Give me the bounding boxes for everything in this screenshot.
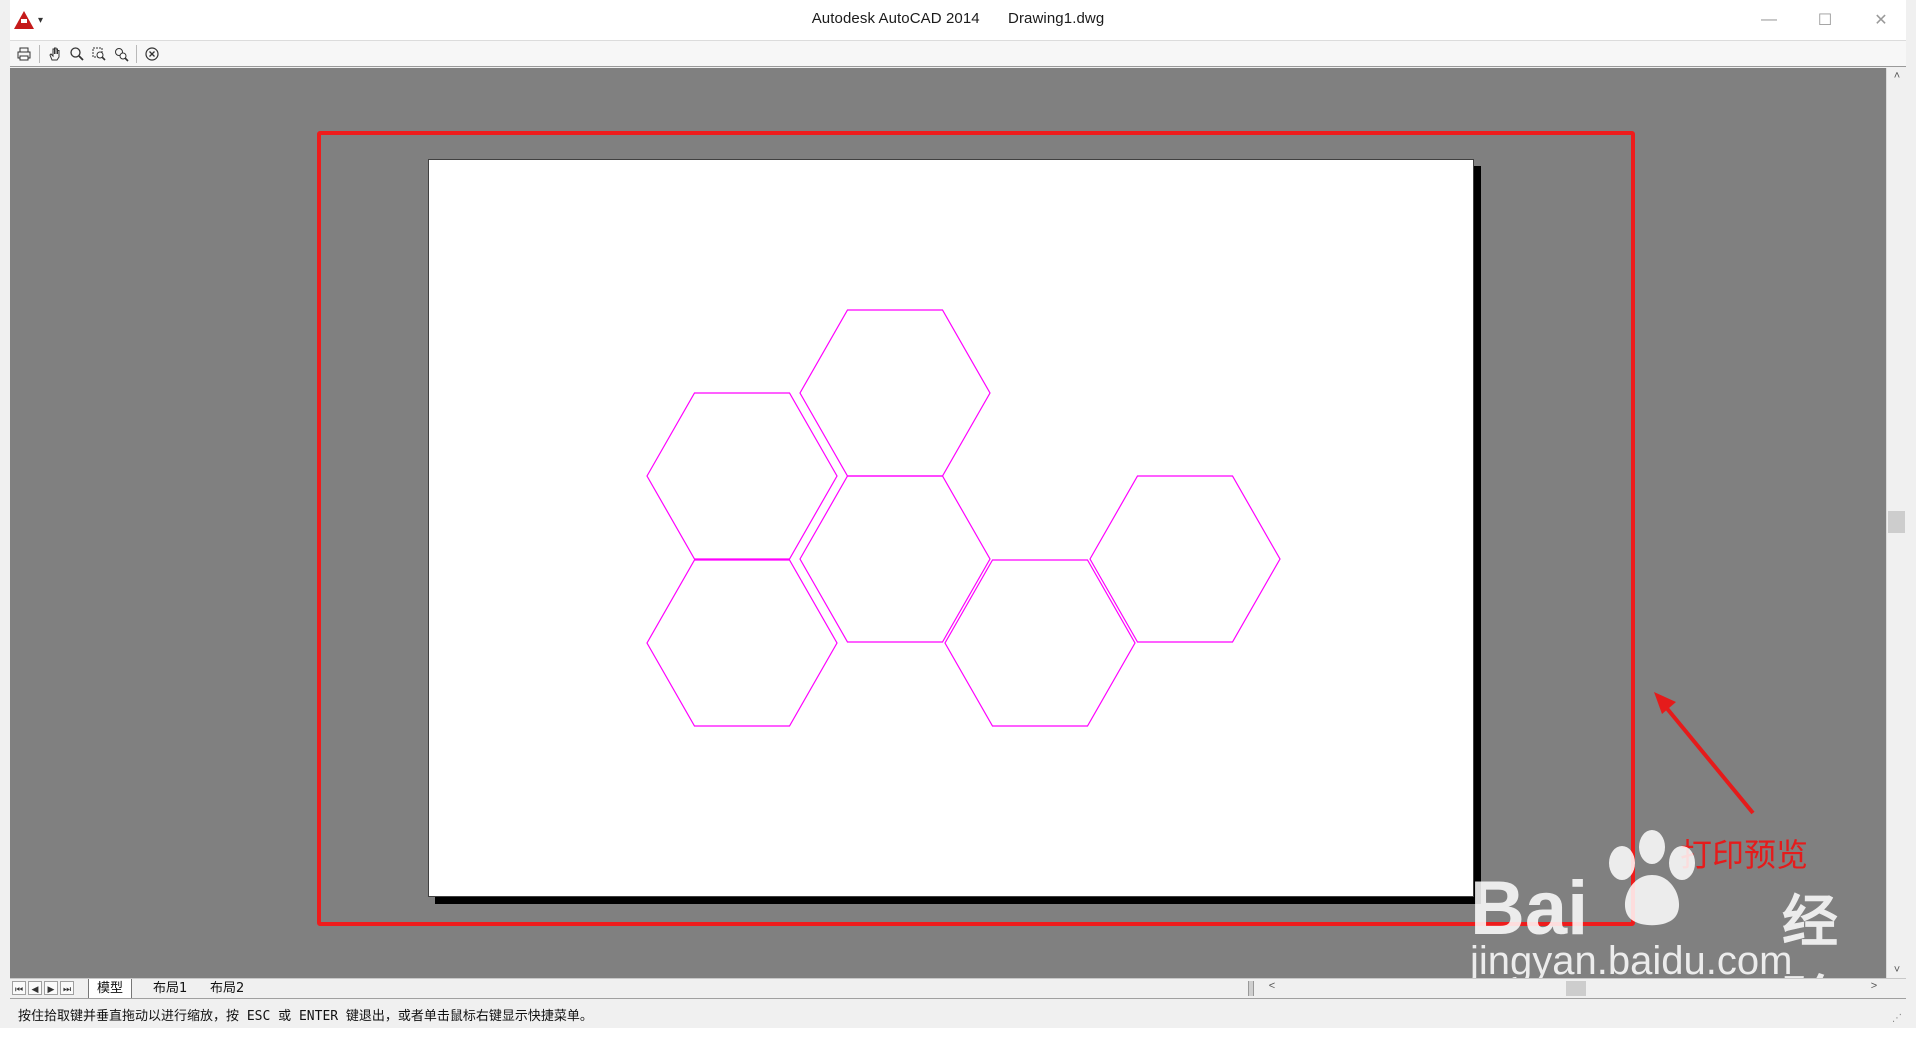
- zoom-original-icon: [115, 47, 129, 62]
- toolbar-divider: [39, 44, 40, 63]
- status-message: 按住拾取键并垂直拖动以进行缩放，按 ESC 或 ENTER 键退出，或者单击鼠标…: [18, 1009, 593, 1024]
- resize-grip-icon[interactable]: ⋰: [1892, 1013, 1902, 1024]
- maximize-button[interactable]: ☐: [1802, 6, 1848, 34]
- scroll-right-arrow[interactable]: >: [1864, 980, 1884, 992]
- close-preview-button[interactable]: [142, 44, 162, 64]
- annotation-arrow: [1654, 692, 1755, 815]
- tab-layout1[interactable]: 布局1: [145, 979, 195, 998]
- document-name: Drawing1.dwg: [1008, 10, 1105, 27]
- zoom-window-icon: [92, 47, 106, 61]
- toolbar-divider: [136, 44, 137, 63]
- horizontal-scrollbar[interactable]: < >: [1260, 979, 1886, 998]
- scroll-left-arrow[interactable]: <: [1262, 980, 1282, 992]
- first-tab-button[interactable]: ⏮: [12, 981, 26, 995]
- vertical-scroll-thumb[interactable]: [1888, 511, 1905, 533]
- status-bar: 按住拾取键并垂直拖动以进行缩放，按 ESC 或 ENTER 键退出，或者单击鼠标…: [10, 998, 1906, 1028]
- zoom-original-button[interactable]: [111, 44, 131, 64]
- window-title: Autodesk AutoCAD 2014 Drawing1.dwg: [10, 10, 1906, 27]
- scroll-up-arrow[interactable]: ˄: [1887, 70, 1907, 82]
- layout-tabs-bar: ⏮ ◀ ▶ ⏭ 模型 布局1 布局2 < >: [10, 978, 1906, 998]
- tab-model[interactable]: 模型: [88, 979, 133, 998]
- pan-button[interactable]: [45, 44, 65, 64]
- tab-layout2[interactable]: 布局2: [202, 979, 252, 998]
- close-circle-icon: [145, 46, 159, 61]
- vertical-scrollbar[interactable]: ˄ ˅: [1886, 68, 1906, 978]
- scroll-down-arrow[interactable]: ˅: [1887, 964, 1907, 976]
- last-tab-button[interactable]: ⏭: [60, 981, 74, 995]
- autocad-window: ▾ Autodesk AutoCAD 2014 Drawing1.dwg — ☐…: [0, 0, 1916, 1036]
- hand-icon: [49, 47, 60, 60]
- zoom-icon: [70, 46, 84, 61]
- app-name: Autodesk AutoCAD 2014: [811, 10, 980, 27]
- previous-tab-button[interactable]: ◀: [28, 981, 42, 995]
- title-bar: ▾ Autodesk AutoCAD 2014 Drawing1.dwg — ☐…: [10, 0, 1906, 41]
- zoom-window-button[interactable]: [89, 44, 109, 64]
- zoom-button[interactable]: [67, 44, 87, 64]
- close-button[interactable]: ✕: [1858, 6, 1904, 34]
- print-button[interactable]: [14, 44, 34, 64]
- horizontal-scroll-thumb[interactable]: [1566, 981, 1586, 996]
- paw-logo-icon: [1609, 830, 1695, 926]
- next-tab-button[interactable]: ▶: [44, 981, 58, 995]
- preview-toolbar: [10, 41, 1906, 67]
- tab-scroll-splitter[interactable]: [1248, 981, 1254, 996]
- baidu-jingyan-watermark: Bai 经验 jingyan.baidu.com: [1470, 815, 1850, 1036]
- highlight-rectangle: [317, 131, 1635, 926]
- minimize-button[interactable]: —: [1746, 6, 1792, 34]
- printer-icon: [17, 47, 31, 60]
